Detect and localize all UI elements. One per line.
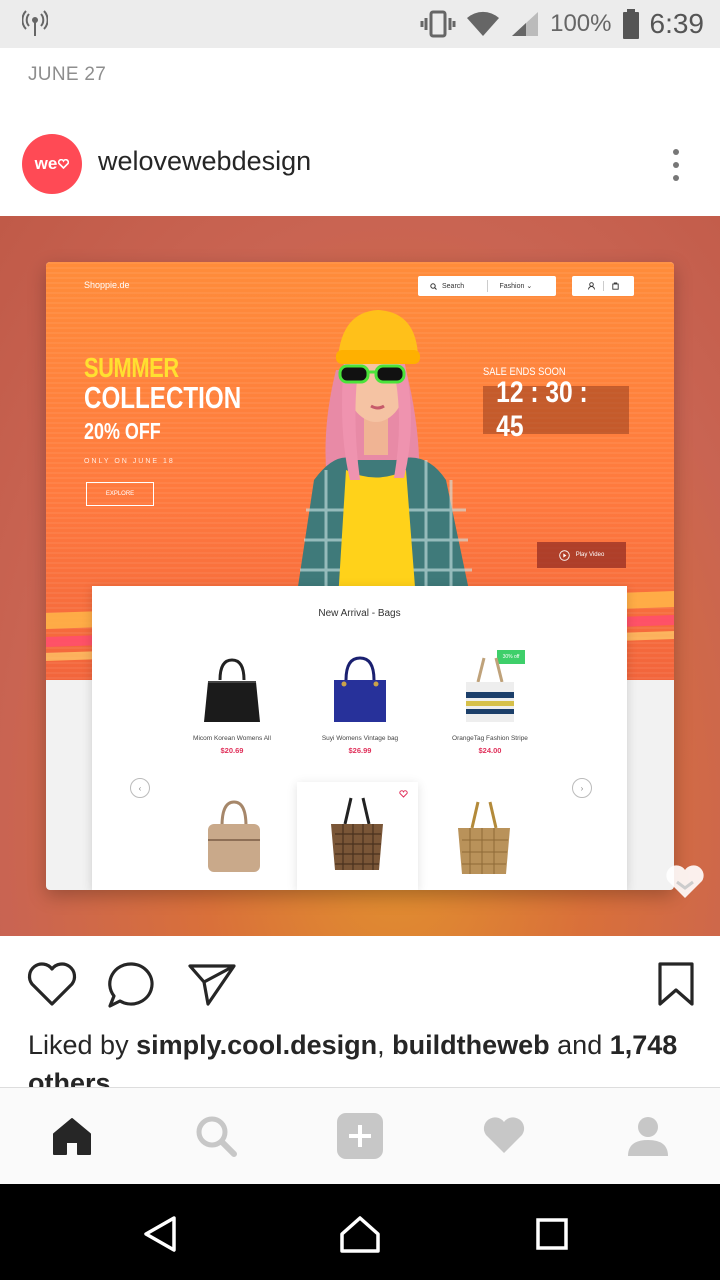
mock-category-label: Fashion <box>499 283 525 290</box>
wifi-icon <box>467 11 500 37</box>
clock: 6:39 <box>649 8 705 39</box>
striped-bag-image <box>466 657 514 722</box>
tan-tote-image <box>458 801 510 874</box>
mock-product-panel: New Arrival - Bags 30% off Micom Korean … <box>92 586 627 890</box>
feed-date: JUNE 27 <box>28 64 107 85</box>
mock-highlight-card <box>297 782 418 890</box>
signal-icon <box>512 12 539 36</box>
profile-icon <box>628 1117 668 1156</box>
search-icon <box>196 1116 237 1157</box>
mock-discount: 20% OFF <box>84 418 161 444</box>
mock-panel-title: New Arrival - Bags <box>318 608 401 619</box>
vibrate-icon <box>420 10 456 38</box>
activity-heart-icon <box>483 1117 525 1153</box>
add-icon <box>337 1113 383 1159</box>
nav-home[interactable] <box>46 1110 98 1162</box>
mock-chevron-icon: ⌄ <box>526 283 533 290</box>
website-mockup: Shoppie.de Search Fashion ⌄ SUMMER COLLE… <box>46 262 674 890</box>
battery-icon <box>622 9 639 39</box>
mock-headline-collection: COLLECTION <box>84 380 242 415</box>
double-tap-heart-icon <box>666 865 704 898</box>
mock-product-card: Micom Korean Womens All $20.69 <box>162 654 302 755</box>
mock-card-heart-icon <box>399 790 408 798</box>
avatar[interactable]: we <box>22 134 82 194</box>
antenna-icon <box>22 10 48 36</box>
mock-user-icon <box>587 282 595 290</box>
status-bar: 100% 6:39 <box>0 0 720 48</box>
battery-percent: 100% <box>550 10 612 37</box>
share-icon[interactable] <box>186 960 238 1008</box>
likes-count[interactable]: 1,748 <box>610 1030 678 1060</box>
home-icon <box>340 1216 380 1253</box>
liker-username[interactable]: buildtheweb <box>392 1030 550 1060</box>
blue-bag-image <box>334 656 386 722</box>
liker-username[interactable]: simply.cool.design <box>136 1030 377 1060</box>
mock-product-card: OrangeTag Fashion Stripe $24.00 <box>420 654 560 755</box>
mock-search-label: Search <box>442 282 465 290</box>
home-icon <box>53 1118 91 1155</box>
mock-prev-arrow-icon: ‹ <box>130 778 150 798</box>
mock-next-arrow-icon: › <box>572 778 592 798</box>
recents-icon <box>536 1218 568 1250</box>
avatar-heart-icon <box>58 159 70 169</box>
mock-tagline: ONLY ON JUNE 18 <box>84 458 175 465</box>
mock-product-card: Suyi Womens Vintage bag $26.99 <box>290 654 430 755</box>
post-username[interactable]: welovewebdesign <box>98 146 311 177</box>
mock-play-icon <box>558 549 570 561</box>
post-action-bar <box>0 936 720 1026</box>
mock-search-icon <box>430 282 437 290</box>
back-icon <box>144 1216 176 1252</box>
android-back-button[interactable] <box>138 1212 182 1256</box>
mock-play-label: Play Video <box>575 552 605 558</box>
nav-search[interactable] <box>190 1110 242 1162</box>
mock-brand: Shoppie.de <box>84 280 130 290</box>
mock-play-video-button: Play Video <box>537 542 626 568</box>
bookmark-icon[interactable] <box>656 960 696 1008</box>
checkered-tote-image <box>331 797 383 870</box>
android-home-button[interactable] <box>338 1212 382 1256</box>
nav-profile[interactable] <box>622 1110 674 1162</box>
comment-icon[interactable] <box>106 960 158 1010</box>
more-options-icon[interactable] <box>668 146 684 186</box>
android-recents-button[interactable] <box>530 1212 574 1256</box>
mock-user-box <box>572 276 634 296</box>
mock-search-bar: Search Fashion ⌄ <box>418 276 556 296</box>
avatar-text: we <box>34 154 58 173</box>
model-figure <box>296 310 472 600</box>
nav-add[interactable] <box>334 1110 386 1162</box>
mock-cart-icon <box>611 282 619 290</box>
gold-bag-image <box>208 800 260 872</box>
mock-countdown: 12 : 30 : 45 <box>483 376 629 443</box>
android-navigation-bar <box>0 1184 720 1280</box>
black-bag-image <box>204 658 260 722</box>
post-header: we welovewebdesign <box>0 118 720 214</box>
nav-activity[interactable] <box>478 1110 530 1162</box>
mock-headline-summer: SUMMER <box>84 352 179 383</box>
like-heart-icon[interactable] <box>26 960 78 1008</box>
post-image[interactable]: Shoppie.de Search Fashion ⌄ SUMMER COLLE… <box>0 216 720 936</box>
bottom-navigation <box>0 1087 720 1184</box>
mock-explore-button: EXPLORE <box>86 482 154 506</box>
